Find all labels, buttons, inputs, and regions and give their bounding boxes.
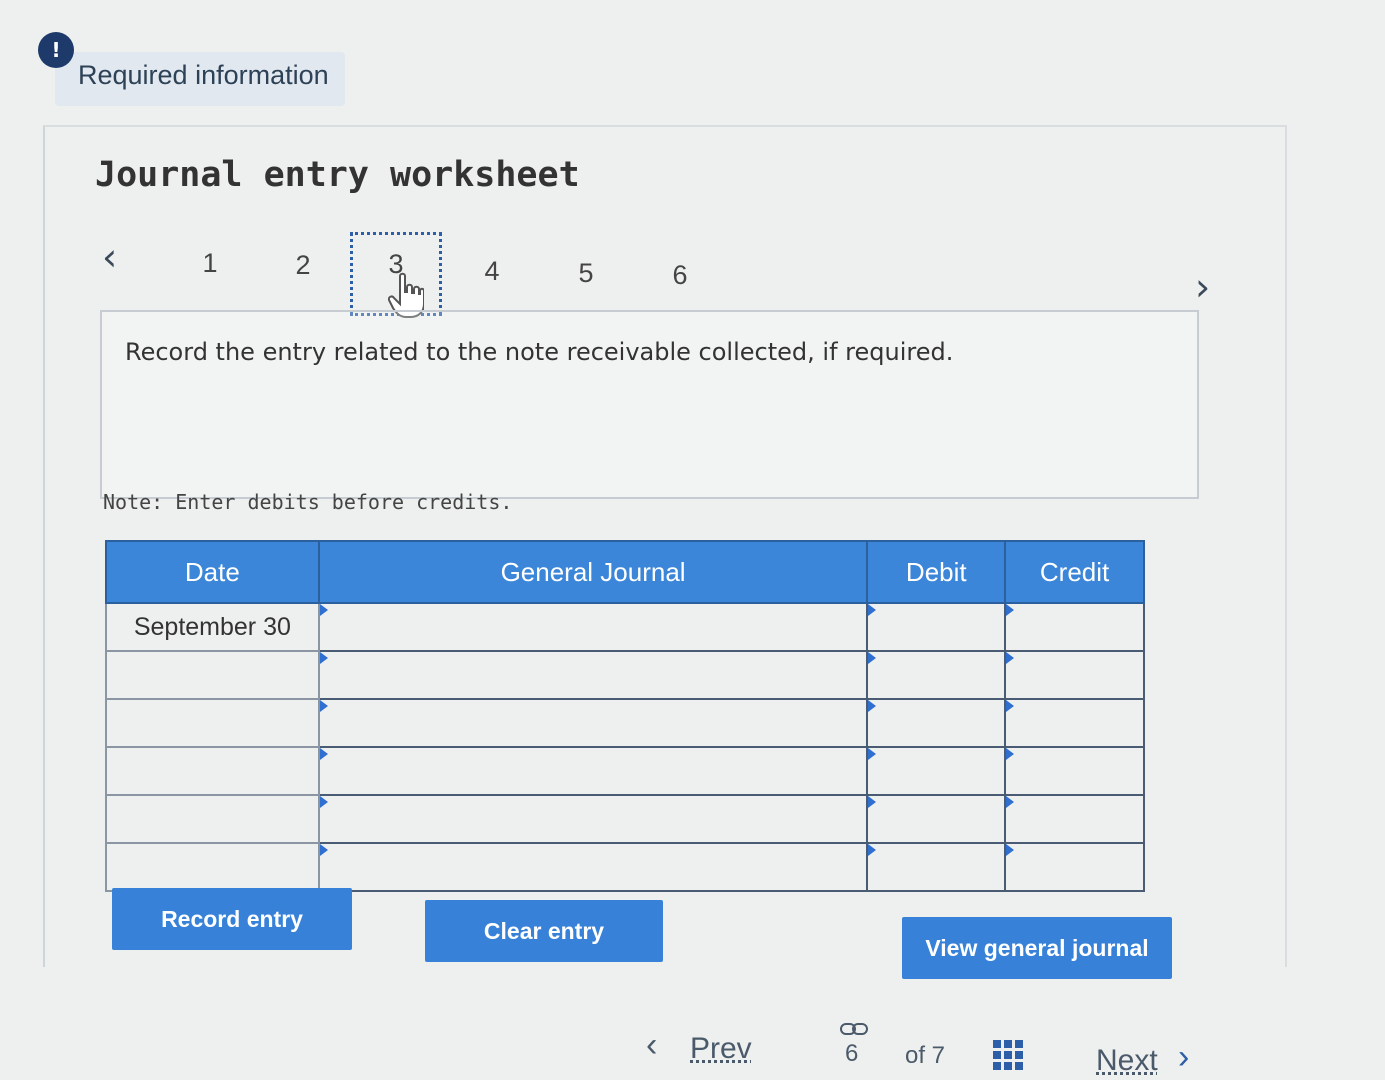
required-info-label[interactable]: Required information bbox=[78, 60, 329, 91]
account-input[interactable] bbox=[317, 746, 869, 796]
page-total: of 7 bbox=[905, 1042, 946, 1069]
account-input[interactable] bbox=[317, 842, 869, 892]
prev-step-arrow-icon[interactable]: ‹ bbox=[102, 238, 117, 276]
next-link[interactable]: Next bbox=[1096, 1044, 1158, 1078]
debit-input[interactable] bbox=[866, 698, 1007, 748]
prev-chevron-icon[interactable]: ‹ bbox=[646, 1026, 657, 1065]
account-input[interactable] bbox=[317, 794, 869, 844]
debit-input[interactable] bbox=[866, 650, 1007, 700]
note-text: Note: Enter debits before credits. bbox=[103, 490, 513, 514]
table-row: September 30 bbox=[105, 602, 1145, 652]
credit-input[interactable] bbox=[1004, 794, 1145, 844]
worksheet-title: Journal entry worksheet bbox=[95, 155, 580, 195]
step-2[interactable]: 2 bbox=[283, 250, 323, 281]
grid-icon[interactable] bbox=[993, 1040, 1023, 1070]
step-4[interactable]: 4 bbox=[472, 256, 512, 287]
date-cell bbox=[105, 650, 320, 700]
credit-input[interactable] bbox=[1004, 602, 1145, 652]
column-header-credit: Credit bbox=[1004, 540, 1145, 604]
debit-input[interactable] bbox=[866, 602, 1007, 652]
date-cell: September 30 bbox=[105, 602, 320, 652]
column-header-debit: Debit bbox=[866, 540, 1007, 604]
date-cell bbox=[105, 842, 320, 892]
next-chevron-icon[interactable]: › bbox=[1178, 1038, 1189, 1077]
step-1[interactable]: 1 bbox=[190, 248, 230, 279]
column-header-general-journal: General Journal bbox=[317, 540, 869, 604]
current-page-number[interactable]: 6 bbox=[845, 1040, 858, 1068]
link-icon bbox=[840, 1023, 868, 1035]
account-input[interactable] bbox=[317, 650, 869, 700]
date-cell bbox=[105, 794, 320, 844]
table-row bbox=[105, 842, 1145, 892]
view-general-journal-button[interactable]: View general journal bbox=[902, 917, 1172, 979]
table-row bbox=[105, 746, 1145, 796]
date-cell bbox=[105, 698, 320, 748]
step-6[interactable]: 6 bbox=[660, 260, 700, 291]
debit-input[interactable] bbox=[866, 746, 1007, 796]
prev-link[interactable]: Prev bbox=[690, 1032, 752, 1066]
account-input[interactable] bbox=[317, 698, 869, 748]
table-row bbox=[105, 698, 1145, 748]
instruction-text: Record the entry related to the note rec… bbox=[125, 338, 954, 366]
record-entry-button[interactable]: Record entry bbox=[112, 888, 352, 950]
account-input[interactable] bbox=[317, 602, 869, 652]
clear-entry-button[interactable]: Clear entry bbox=[425, 900, 663, 962]
journal-table: Date General Journal Debit Credit Septem… bbox=[105, 540, 1145, 892]
credit-input[interactable] bbox=[1004, 842, 1145, 892]
table-row bbox=[105, 650, 1145, 700]
table-row bbox=[105, 794, 1145, 844]
alert-icon: ! bbox=[38, 32, 74, 68]
column-header-date: Date bbox=[105, 540, 320, 604]
step-5[interactable]: 5 bbox=[566, 258, 606, 289]
credit-input[interactable] bbox=[1004, 746, 1145, 796]
debit-input[interactable] bbox=[866, 794, 1007, 844]
credit-input[interactable] bbox=[1004, 698, 1145, 748]
date-cell bbox=[105, 746, 320, 796]
debit-input[interactable] bbox=[866, 842, 1007, 892]
next-step-arrow-icon[interactable]: › bbox=[1195, 268, 1210, 306]
credit-input[interactable] bbox=[1004, 650, 1145, 700]
